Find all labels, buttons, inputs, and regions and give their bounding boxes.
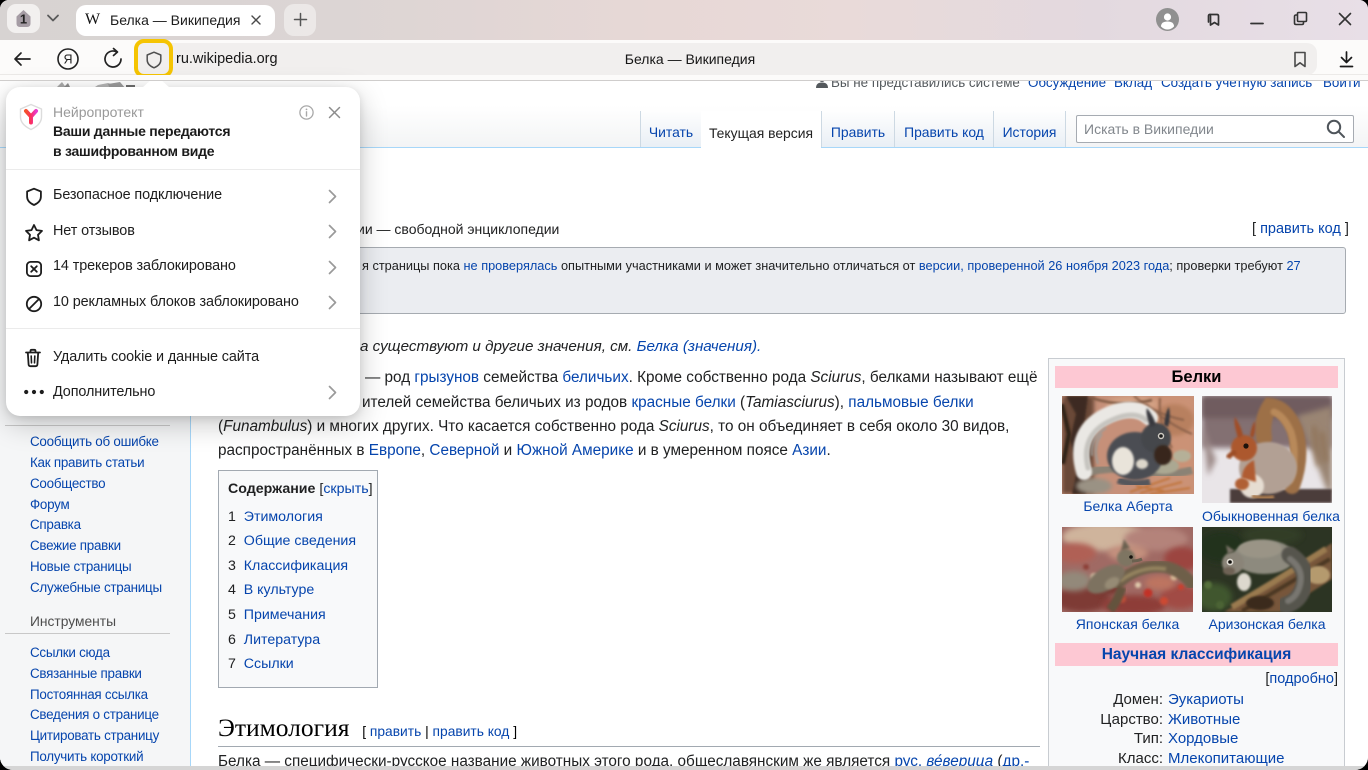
svg-text:Я: Я [63,53,72,67]
svg-text:1: 1 [20,12,27,27]
